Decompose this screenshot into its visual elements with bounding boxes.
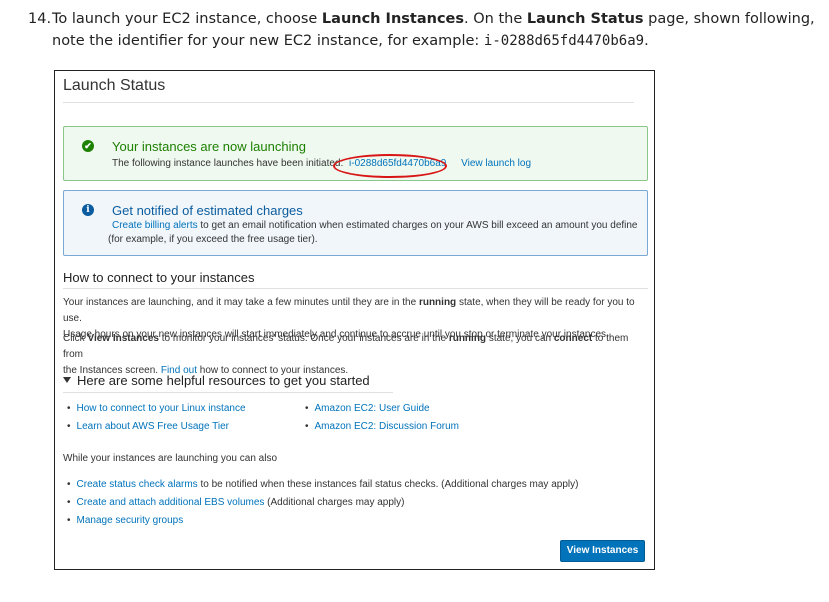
doc-bold-launch-instances: Launch Instances xyxy=(321,11,465,27)
para-bold-running: running xyxy=(448,333,487,344)
connect-paragraph-2: Click View Instances to monitor your ins… xyxy=(63,331,644,379)
doc-line-2: note the identifier for your new EC2 ins… xyxy=(28,30,818,52)
resources-list-left: How to connect to your Linux instance Le… xyxy=(67,400,246,436)
para-bold-view-instances: View Instances xyxy=(87,333,159,344)
view-instances-button[interactable]: View Instances xyxy=(560,540,645,562)
para-text: to monitor your instances' status. Once … xyxy=(158,333,449,344)
check-circle-icon: ✔ xyxy=(82,140,94,152)
list-item: Create status check alarms to be notifie… xyxy=(67,476,579,494)
resources-divider xyxy=(63,392,393,393)
list-item-text: to be notified when these instances fail… xyxy=(197,479,579,490)
connect-section-divider xyxy=(63,288,648,289)
info-alert-text: to get an email notification when estima… xyxy=(197,220,638,231)
doc-step-14: 14.To launch your EC2 instance, choose L… xyxy=(28,8,818,52)
para-text: Click xyxy=(63,333,88,344)
create-ebs-volumes-link[interactable]: Create and attach additional EBS volumes xyxy=(77,497,265,508)
manage-security-groups-link[interactable]: Manage security groups xyxy=(77,515,184,526)
para-bold-running: running xyxy=(418,297,457,308)
list-item: Learn about AWS Free Usage Tier xyxy=(67,418,246,436)
list-item: Amazon EC2: User Guide xyxy=(305,400,459,418)
create-status-check-alarms-link[interactable]: Create status check alarms xyxy=(77,479,198,490)
page-title: Launch Status xyxy=(63,77,166,94)
success-alert-title: Your instances are now launching xyxy=(112,139,306,154)
list-item: How to connect to your Linux instance xyxy=(67,400,246,418)
resources-toggle[interactable]: Here are some helpful resources to get y… xyxy=(63,373,370,388)
list-item: Amazon EC2: Discussion Forum xyxy=(305,418,460,436)
create-billing-alerts-link[interactable]: Create billing alerts xyxy=(112,220,198,231)
connect-section-title: How to connect to your instances xyxy=(63,270,255,285)
doc-text: To launch your EC2 instance, choose xyxy=(52,11,322,27)
info-alert-body: Create billing alerts to get an email no… xyxy=(108,219,638,247)
ec2-user-guide-link[interactable]: Amazon EC2: User Guide xyxy=(315,403,430,414)
instance-id-link[interactable]: i-0288d65fd4470b6a9 xyxy=(349,158,446,169)
success-alert-body: The following instance launches have bee… xyxy=(112,157,531,171)
view-launch-log-link[interactable]: View launch log xyxy=(461,158,531,169)
resources-title: Here are some helpful resources to get y… xyxy=(77,373,370,388)
free-usage-tier-link[interactable]: Learn about AWS Free Usage Tier xyxy=(77,421,230,432)
title-divider xyxy=(63,102,634,103)
list-item-text: (Additional charges may apply) xyxy=(264,497,405,508)
ec2-discussion-forum-link[interactable]: Amazon EC2: Discussion Forum xyxy=(315,421,460,432)
success-alert-text: The following instance launches have bee… xyxy=(112,158,344,169)
doc-text: . On the xyxy=(464,11,527,27)
step-number: 14. xyxy=(28,11,52,27)
also-list: Create status check alarms to be notifie… xyxy=(67,476,579,530)
doc-text: page, shown following, xyxy=(643,11,815,27)
connect-linux-instance-link[interactable]: How to connect to your Linux instance xyxy=(77,403,246,414)
info-alert-line-1: Create billing alerts to get an email no… xyxy=(112,219,638,233)
launch-status-screenshot: Launch Status ✔ Your instances are now l… xyxy=(54,70,655,570)
info-alert-line-2: (for example, if you exceed the free usa… xyxy=(108,234,318,245)
resources-list-right: Amazon EC2: User Guide Amazon EC2: Discu… xyxy=(305,400,460,436)
para-text: state, you can xyxy=(486,333,554,344)
doc-line-1: 14.To launch your EC2 instance, choose L… xyxy=(28,8,818,30)
doc-bold-launch-status: Launch Status xyxy=(526,11,644,27)
caret-down-icon xyxy=(63,377,71,383)
success-alert: ✔ Your instances are now launching The f… xyxy=(63,126,648,181)
list-item: Manage security groups xyxy=(67,512,578,530)
doc-text: . xyxy=(644,33,649,49)
doc-text: note the identifier for your new EC2 ins… xyxy=(52,33,484,49)
info-alert-title: Get notified of estimated charges xyxy=(112,203,303,218)
doc-example-instance-id: i-0288d65fd4470b6a9 xyxy=(483,33,645,49)
list-item: Create and attach additional EBS volumes… xyxy=(67,494,578,512)
also-section-title: While your instances are launching you c… xyxy=(63,453,278,464)
info-alert: i Get notified of estimated charges Crea… xyxy=(63,190,648,256)
para-text: Your instances are launching, and it may… xyxy=(63,297,419,308)
info-icon: i xyxy=(82,204,94,216)
para-bold-connect: connect xyxy=(553,333,593,344)
